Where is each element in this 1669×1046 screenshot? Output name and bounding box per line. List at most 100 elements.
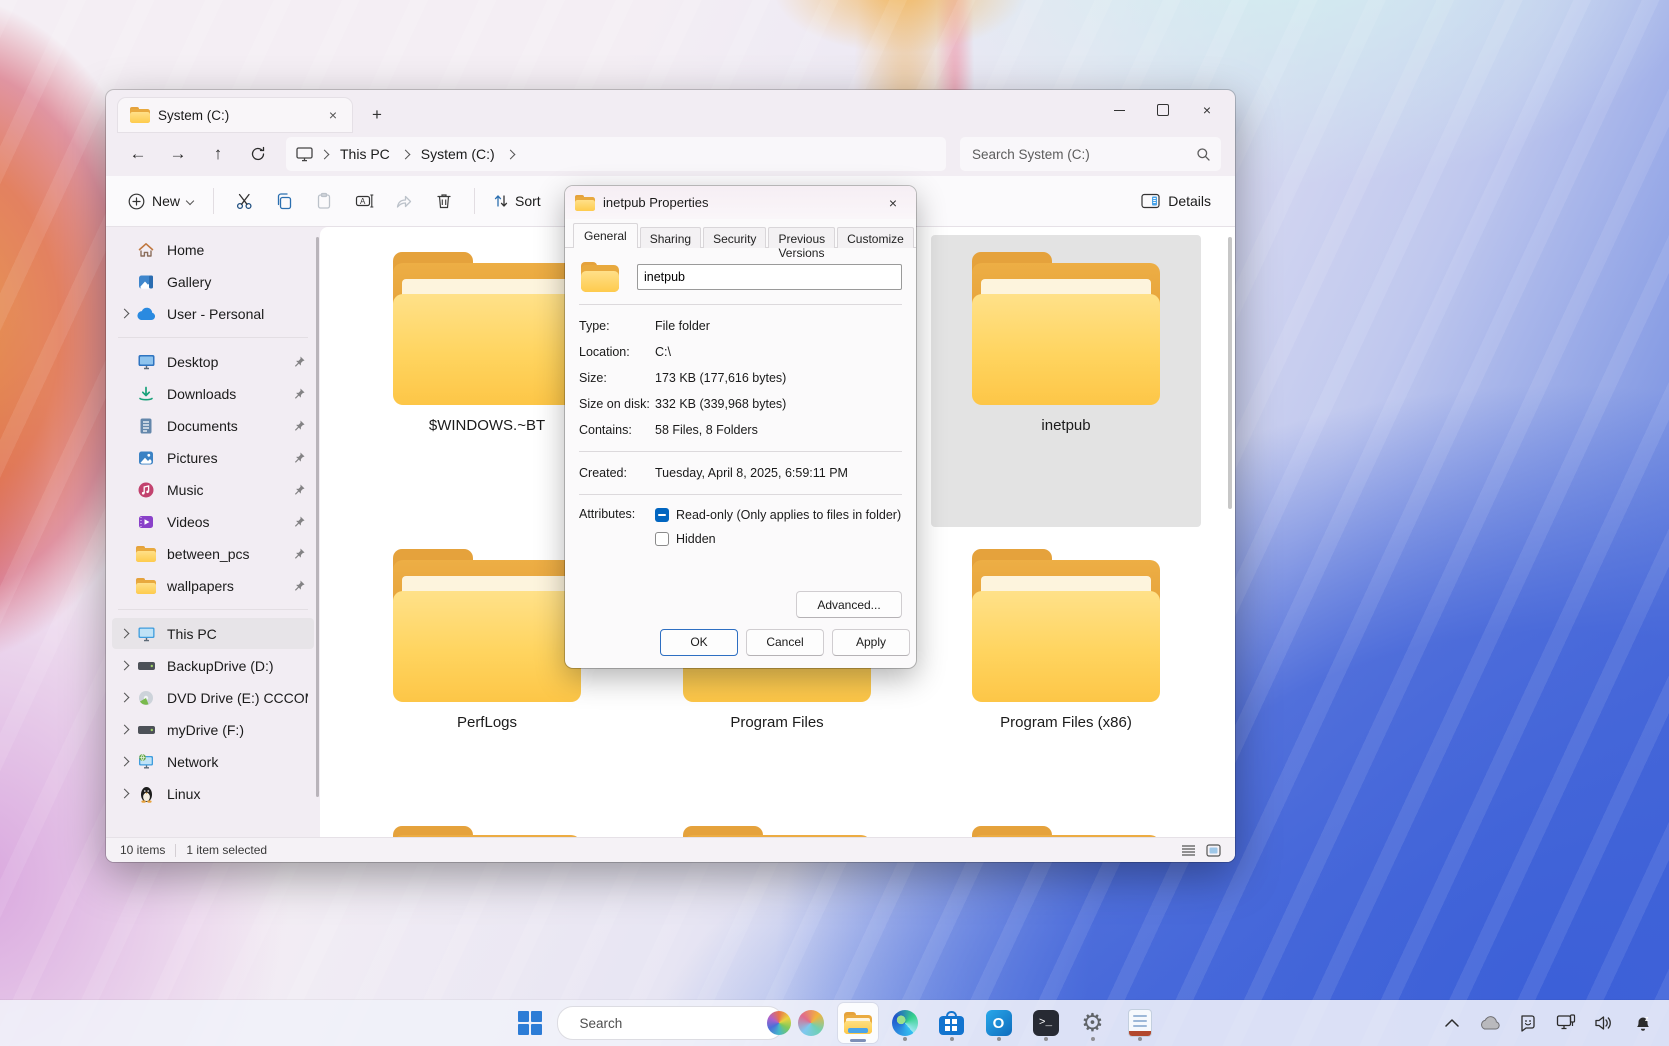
copilot-button[interactable] <box>791 1003 831 1043</box>
share-button[interactable] <box>384 184 424 218</box>
minimize-button[interactable] <box>1097 92 1141 128</box>
close-button[interactable]: × <box>1185 92 1229 128</box>
notepad-button[interactable] <box>1120 1003 1160 1043</box>
sidebar-item-linux[interactable]: Linux <box>112 778 314 809</box>
sidebar-scrollbar[interactable] <box>316 237 319 797</box>
sidebar-item-label: Network <box>167 754 308 770</box>
back-button[interactable]: ← <box>120 138 156 170</box>
chevron-down-icon <box>186 197 194 205</box>
sidebar-item-network[interactable]: Network <box>112 746 314 777</box>
new-button[interactable]: New <box>118 187 203 216</box>
dialog-close-icon[interactable]: × <box>880 191 906 215</box>
sidebar-item-videos[interactable]: Videos <box>112 506 314 537</box>
file-explorer-icon <box>844 1012 872 1034</box>
advanced-button[interactable]: Advanced... <box>796 591 902 618</box>
taskbar-search-input[interactable] <box>578 1015 759 1032</box>
store-button[interactable] <box>932 1003 972 1043</box>
tray-chevron-up-icon[interactable] <box>1441 1012 1463 1034</box>
tab-general[interactable]: General <box>573 223 638 248</box>
details-button[interactable]: Details <box>1133 187 1219 215</box>
network-tray-icon[interactable] <box>1555 1012 1577 1034</box>
maximize-button[interactable] <box>1141 92 1185 128</box>
sidebar-item-between-pcs[interactable]: between_pcs <box>112 538 314 569</box>
file-explorer-button[interactable] <box>838 1003 878 1043</box>
edge-button[interactable] <box>885 1003 925 1043</box>
sidebar-separator <box>118 337 308 338</box>
cancel-button[interactable]: Cancel <box>746 629 824 656</box>
folder-tile-partial[interactable] <box>966 823 1166 837</box>
sidebar-item-label: DVD Drive (E:) CCCOMA <box>167 690 308 706</box>
sidebar-item-label: Gallery <box>167 274 308 290</box>
apply-button[interactable]: Apply <box>832 629 910 656</box>
refresh-button[interactable] <box>240 138 276 170</box>
folder-tile-partial[interactable] <box>387 823 587 837</box>
cut-button[interactable] <box>224 184 264 218</box>
paste-button[interactable] <box>304 184 344 218</box>
settings-button[interactable]: ⚙ <box>1073 1003 1113 1043</box>
large-icons-view-icon[interactable] <box>1206 844 1221 857</box>
explorer-tab[interactable]: System (C:) × <box>118 98 352 132</box>
sidebar-item-home[interactable]: Home <box>112 234 314 265</box>
breadcrumb[interactable]: This PC System (C:) <box>286 137 946 171</box>
navigation-bar: ← → ↑ This PC System (C:) <box>106 132 1235 176</box>
tab-close-icon[interactable]: × <box>322 104 344 126</box>
tab-security[interactable]: Security <box>703 227 766 248</box>
details-view-icon[interactable] <box>1181 844 1196 857</box>
sidebar-item-backupdrive[interactable]: BackupDrive (D:) <box>112 650 314 681</box>
readonly-label: Read-only (Only applies to files in fold… <box>676 508 901 522</box>
forward-button[interactable]: → <box>160 138 196 170</box>
up-button[interactable]: ↑ <box>200 138 236 170</box>
tab-previous-versions[interactable]: Previous Versions <box>768 227 835 248</box>
sidebar-item-desktop[interactable]: Desktop <box>112 346 314 377</box>
explorer-search-input[interactable] <box>970 146 1196 163</box>
size-label: Size: <box>579 371 655 385</box>
onedrive-tray-icon[interactable] <box>1479 1012 1501 1034</box>
sidebar-item-onedrive[interactable]: User - Personal <box>112 298 314 329</box>
sidebar-item-wallpapers[interactable]: wallpapers <box>112 570 314 601</box>
sidebar-item-label: wallpapers <box>167 578 290 594</box>
hard-drive-icon <box>136 656 156 676</box>
tab-sharing[interactable]: Sharing <box>640 227 701 248</box>
focus-assist-bell-icon[interactable]: z <box>1631 1012 1653 1034</box>
navigation-pane: Home Gallery User - Personal Desktop <box>106 227 320 837</box>
folder-name-input[interactable] <box>637 264 902 290</box>
new-tab-button[interactable]: + <box>362 101 392 129</box>
explorer-search[interactable] <box>960 137 1221 171</box>
folder-tile-inetpub[interactable]: inetpub <box>931 235 1201 527</box>
folder-icon <box>136 576 156 596</box>
tab-customize[interactable]: Customize <box>837 227 914 248</box>
ok-button[interactable]: OK <box>660 629 738 656</box>
sidebar-item-downloads[interactable]: Downloads <box>112 378 314 409</box>
folder-name: inetpub <box>1041 417 1090 434</box>
sidebar-item-music[interactable]: Music <box>112 474 314 505</box>
taskbar-search[interactable] <box>557 1006 784 1040</box>
terminal-button[interactable]: >_ <box>1026 1003 1066 1043</box>
sidebar-item-gallery[interactable]: Gallery <box>112 266 314 297</box>
sidebar-item-pictures[interactable]: Pictures <box>112 442 314 473</box>
this-pc-icon <box>296 147 313 162</box>
breadcrumb-system-c[interactable]: System (C:) <box>417 144 499 164</box>
content-scrollbar[interactable] <box>1228 237 1232 509</box>
new-button-label: New <box>152 193 180 209</box>
folder-icon <box>136 544 156 564</box>
sidebar-item-mydrive[interactable]: myDrive (F:) <box>112 714 314 745</box>
sidebar-item-this-pc[interactable]: This PC <box>112 618 314 649</box>
delete-button[interactable] <box>424 184 464 218</box>
breadcrumb-this-pc[interactable]: This PC <box>336 144 394 164</box>
rename-button[interactable]: A <box>344 184 384 218</box>
sort-button[interactable]: Sort <box>485 187 549 215</box>
outlook-button[interactable]: O <box>979 1003 1019 1043</box>
sidebar-item-documents[interactable]: Documents <box>112 410 314 441</box>
volume-tray-icon[interactable] <box>1593 1012 1615 1034</box>
readonly-checkbox[interactable] <box>655 508 669 522</box>
pin-icon <box>290 547 308 560</box>
dialog-titlebar[interactable]: inetpub Properties × <box>565 186 916 219</box>
sidebar-item-dvd-drive[interactable]: DVD Drive (E:) CCCOMA <box>112 682 314 713</box>
folder-tile-partial[interactable] <box>677 823 877 837</box>
feedback-smiley-icon[interactable] <box>1517 1012 1539 1034</box>
folder-name: Program Files (x86) <box>1000 714 1132 731</box>
start-button[interactable] <box>510 1003 550 1043</box>
folder-tile-program-files-x86[interactable]: Program Files (x86) <box>931 532 1201 824</box>
copy-button[interactable] <box>264 184 304 218</box>
hidden-checkbox[interactable] <box>655 532 669 546</box>
